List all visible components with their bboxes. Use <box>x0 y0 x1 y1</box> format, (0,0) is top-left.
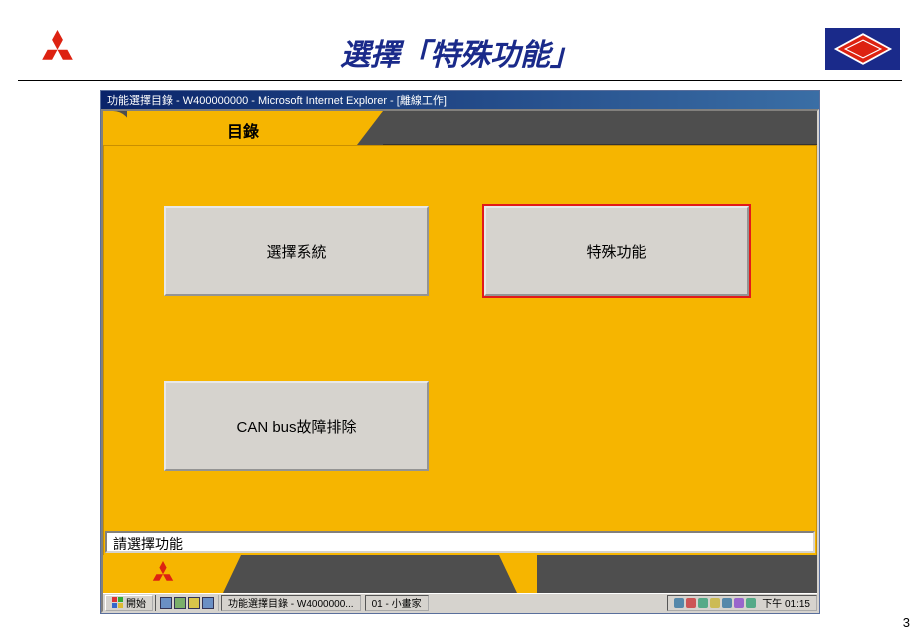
tray-icon[interactable] <box>686 598 696 608</box>
ql-outlook-icon[interactable] <box>188 597 200 609</box>
windows-taskbar: 開始 功能選擇目錄 - W4000000... 01 - 小畫家 <box>103 593 817 611</box>
tray-icon[interactable] <box>674 598 684 608</box>
ql-desktop-icon[interactable] <box>174 597 186 609</box>
button-label: CAN bus故障排除 <box>236 416 356 437</box>
status-text: 請選擇功能 <box>105 531 815 553</box>
bottom-right-block <box>517 555 537 593</box>
app-body: 目錄 選擇系統 特殊功能 CAN bus故障排除 請選擇功能 <box>101 109 819 613</box>
start-label: 開始 <box>126 595 146 610</box>
bottom-toolbar <box>103 555 817 593</box>
taskbar-item-label: 01 - 小畫家 <box>372 595 422 610</box>
ql-ie-icon[interactable] <box>160 597 172 609</box>
header-divider <box>18 80 902 81</box>
taskbar-item[interactable]: 功能選擇目錄 - W4000000... <box>221 595 361 611</box>
button-label: 選擇系統 <box>266 241 326 262</box>
can-bus-troubleshoot-button[interactable]: CAN bus故障排除 <box>164 381 429 471</box>
button-label: 特殊功能 <box>586 241 646 262</box>
tray-icon[interactable] <box>698 598 708 608</box>
red-diamond-logo-icon <box>825 28 900 70</box>
status-row: 請選擇功能 <box>103 531 817 555</box>
ql-extra-icon[interactable] <box>202 597 214 609</box>
tray-icon[interactable] <box>746 598 756 608</box>
taskbar-item-label: 功能選擇目錄 - W4000000... <box>228 595 354 610</box>
start-button[interactable]: 開始 <box>105 595 153 611</box>
window-title: 功能選擇目錄 - W400000000 - Microsoft Internet… <box>107 92 447 108</box>
special-function-button[interactable]: 特殊功能 <box>484 206 749 296</box>
slide-header: 選擇「特殊功能」 <box>0 0 920 80</box>
window-titlebar: 功能選擇目錄 - W400000000 - Microsoft Internet… <box>101 91 819 109</box>
tray-icon[interactable] <box>710 598 720 608</box>
tray-icon[interactable] <box>734 598 744 608</box>
mitsubishi-logo-icon <box>148 561 178 587</box>
system-tray: 下午 01:15 <box>667 595 817 611</box>
bottom-logo-block[interactable] <box>103 555 223 593</box>
taskbar-item[interactable]: 01 - 小畫家 <box>365 595 429 611</box>
tray-icon[interactable] <box>722 598 732 608</box>
slide-title: 選擇「特殊功能」 <box>0 30 920 74</box>
tab-strip: 目錄 <box>103 111 817 145</box>
page-number: 3 <box>903 615 910 630</box>
app-window: 功能選擇目錄 - W400000000 - Microsoft Internet… <box>100 90 820 614</box>
quick-launch <box>155 595 219 611</box>
select-system-button[interactable]: 選擇系統 <box>164 206 429 296</box>
tray-clock: 下午 01:15 <box>762 595 810 610</box>
tab-label: 目錄 <box>227 118 259 142</box>
windows-icon <box>112 597 124 609</box>
tab-active[interactable]: 目錄 <box>127 111 357 145</box>
